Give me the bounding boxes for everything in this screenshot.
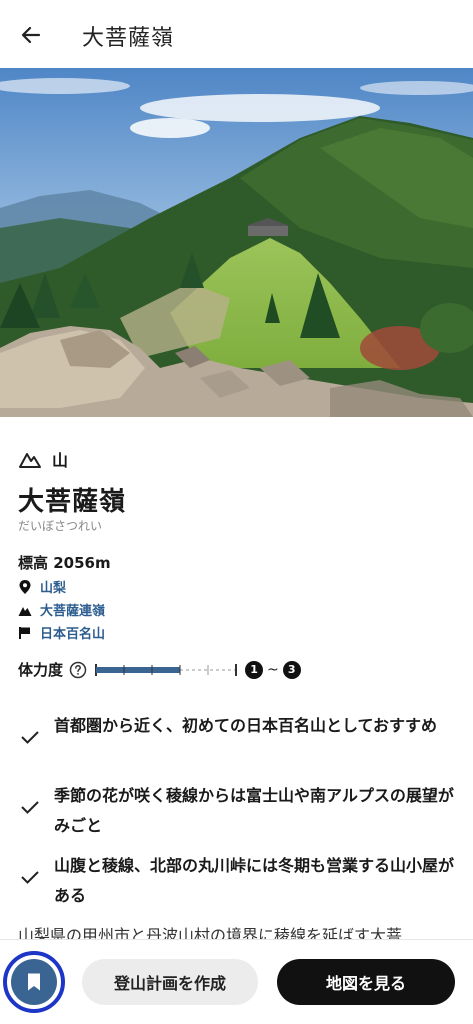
category-row: 山 — [18, 447, 68, 471]
mountain-icon — [19, 453, 41, 468]
bookmark-focus-ring — [3, 951, 65, 1013]
bookmark-button[interactable] — [11, 959, 57, 1005]
feature-text: 季節の花が咲く稜線からは富士山や南アルプスの展望がみごと — [54, 786, 454, 835]
prefecture-row: 山梨 — [18, 577, 66, 596]
range-link[interactable]: 大菩薩連嶺 — [40, 600, 105, 619]
range-row: 大菩薩連嶺 — [18, 600, 105, 619]
check-icon — [21, 801, 39, 814]
stamina-range-max: 3 — [282, 660, 301, 679]
feature-text: 山腹と稜線、北部の丸川峠には冬期も営業する山小屋がある — [54, 856, 455, 905]
range-icon — [18, 606, 32, 616]
feature-item: 首都圏から近く、初めての日本百名山としておすすめ — [0, 711, 473, 781]
stamina-fill — [96, 666, 181, 673]
help-icon[interactable] — [69, 661, 87, 679]
feature-text: 首都圏から近く、初めての日本百名山としておすすめ — [54, 716, 438, 735]
create-plan-button[interactable]: 登山計画を作成 — [82, 959, 258, 1005]
back-arrow-icon — [21, 26, 41, 44]
back-button[interactable] — [14, 18, 48, 52]
stamina-range-min: 1 — [245, 660, 264, 679]
app-bar: 大菩薩嶺 — [0, 0, 473, 68]
stamina-row: 体力度 1 ~ 3 — [18, 659, 301, 680]
category-label: 山 — [52, 451, 69, 470]
stamina-scale — [95, 661, 238, 679]
mountain-name: 大菩薩嶺 — [18, 487, 127, 517]
list-row: 日本百名山 — [18, 623, 105, 642]
view-map-button[interactable]: 地図を見る — [277, 959, 455, 1005]
flag-icon — [19, 626, 30, 639]
hero-photo — [0, 68, 473, 417]
check-icon — [21, 731, 39, 744]
mountain-reading: だいぼさつれい — [18, 519, 103, 533]
stamina-range-separator: ~ — [267, 661, 279, 678]
feature-item: 季節の花が咲く稜線からは富士山や南アルプスの展望がみごと — [0, 781, 473, 851]
description: 山梨県の甲州市と丹波山村の境界に稜線を延ばす大菩 — [18, 926, 403, 939]
feature-item: 山腹と稜線、北部の丸川峠には冬期も営業する山小屋がある — [0, 851, 473, 921]
mountain-detail: 山 大菩薩嶺 だいぼさつれい 標高 2056m 山梨 大菩薩連嶺 日本百名山 体… — [0, 417, 473, 939]
location-pin-icon — [19, 579, 31, 594]
stamina-label: 体力度 — [18, 661, 64, 679]
bottom-action-bar: 登山計画を作成 地図を見る — [0, 939, 473, 1024]
prefecture-link[interactable]: 山梨 — [40, 577, 66, 596]
feature-list: 首都圏から近く、初めての日本百名山としておすすめ 季節の花が咲く稜線からは富士山… — [0, 711, 473, 921]
page-title: 大菩薩嶺 — [82, 26, 175, 51]
elevation: 標高 2056m — [18, 554, 111, 572]
check-icon — [21, 871, 39, 884]
list-link[interactable]: 日本百名山 — [40, 623, 105, 642]
bookmark-icon — [28, 973, 40, 991]
